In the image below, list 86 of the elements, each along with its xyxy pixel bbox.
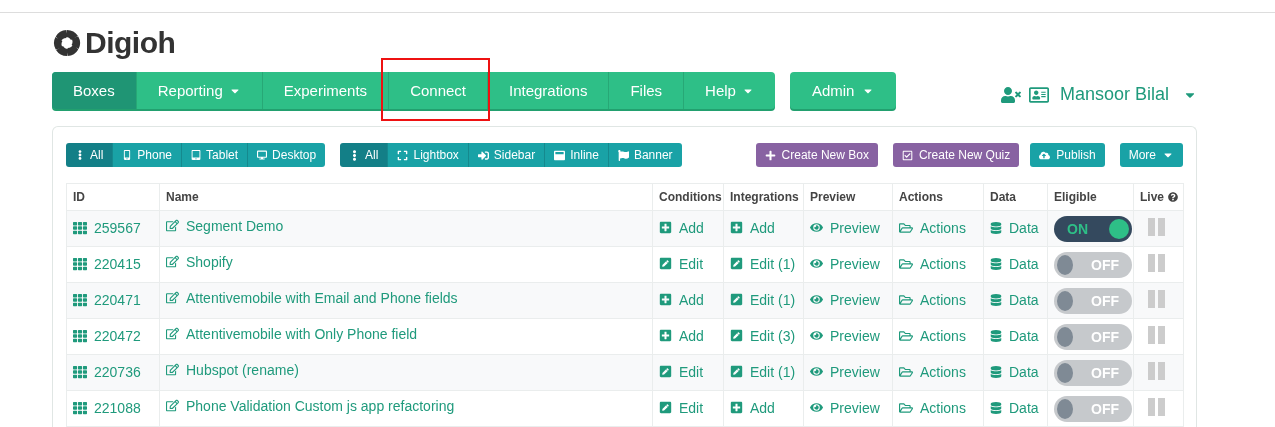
folder-icon — [899, 364, 913, 379]
type-filter-button[interactable]: All — [340, 143, 389, 167]
filter-icon — [397, 149, 409, 161]
pause-icon[interactable] — [1148, 398, 1165, 416]
column-header: Name — [159, 183, 653, 211]
grid-icon — [73, 220, 87, 235]
box-name-link[interactable]: Segment Demo — [166, 217, 284, 234]
database-icon — [990, 222, 1002, 234]
checkbox-icon — [901, 149, 913, 161]
column-header: Conditions — [652, 183, 724, 211]
eye-icon — [810, 293, 823, 307]
pause-icon[interactable] — [1148, 218, 1165, 236]
column-header: Data — [983, 183, 1048, 211]
edit-icon — [166, 291, 179, 305]
filter-icon — [617, 149, 629, 161]
folder-icon — [899, 220, 913, 235]
action-button[interactable]: Create New Quiz — [892, 143, 1020, 167]
id-card-icon[interactable] — [1028, 84, 1049, 105]
action-button[interactable]: Publish — [1030, 143, 1105, 167]
plus-icon — [764, 149, 776, 161]
eye-icon — [810, 365, 823, 379]
box-name-link[interactable]: Shopify — [166, 253, 233, 270]
database-icon — [990, 402, 1002, 414]
edit-icon — [166, 255, 179, 269]
eligible-toggle[interactable]: ON — [1054, 215, 1132, 242]
nav-tab[interactable]: Boxes — [52, 72, 137, 109]
grid-icon — [73, 328, 87, 343]
eye-icon — [810, 401, 823, 415]
column-header: Integrations — [723, 183, 804, 211]
type-filter-button[interactable]: Lightbox — [388, 143, 469, 167]
nav-tab[interactable]: Reporting — [136, 72, 263, 109]
user-name[interactable]: Mansoor Bilal — [1059, 84, 1169, 105]
column-header: ID — [66, 183, 160, 211]
filter-icon — [554, 149, 566, 161]
edit-icon — [166, 363, 179, 377]
cloud-upload-icon — [1039, 149, 1051, 161]
database-icon — [990, 258, 1002, 270]
nav-tab[interactable]: Help — [684, 72, 775, 109]
eye-icon — [810, 221, 823, 235]
column-header: Preview — [803, 183, 893, 211]
type-filter-button[interactable]: Inline — [545, 143, 609, 167]
header-label: Live — [1140, 190, 1164, 204]
action-button[interactable]: Create New Box — [755, 143, 878, 167]
brand-name: Digioh — [85, 26, 176, 60]
database-icon — [990, 366, 1002, 378]
folder-icon — [899, 256, 913, 271]
folder-icon — [899, 292, 913, 307]
device-filter-button[interactable]: Desktop — [248, 143, 326, 167]
pause-icon[interactable] — [1148, 362, 1165, 380]
folder-icon — [899, 328, 913, 343]
device-filter-button[interactable]: Phone — [113, 143, 183, 167]
nav-tab[interactable]: Files — [609, 72, 685, 109]
user-times-icon[interactable] — [1000, 84, 1021, 105]
edit-icon — [166, 327, 179, 341]
action-button[interactable]: More — [1119, 143, 1183, 167]
folder-icon — [899, 400, 913, 415]
admin-menu-button[interactable]: Admin — [789, 72, 897, 109]
edit-icon — [166, 399, 179, 413]
eye-icon — [810, 257, 823, 271]
grid-icon — [73, 364, 87, 379]
nav-tab[interactable]: Integrations — [488, 72, 610, 109]
box-name-link[interactable]: Hubspot (rename) — [166, 361, 299, 378]
pause-icon[interactable] — [1148, 326, 1165, 344]
device-filter-button[interactable]: All — [66, 143, 114, 167]
filter-icon — [257, 150, 268, 160]
pause-icon[interactable] — [1148, 290, 1165, 308]
edit-icon — [166, 219, 179, 233]
database-icon — [990, 330, 1002, 342]
type-filter-button[interactable]: Sidebar — [468, 143, 546, 167]
filter-icon — [191, 150, 202, 160]
help-icon[interactable] — [1168, 192, 1178, 202]
device-filter-button[interactable]: Tablet — [182, 143, 249, 167]
type-filter-button[interactable]: Banner — [608, 143, 682, 167]
pause-icon[interactable] — [1148, 254, 1165, 272]
grid-icon — [73, 292, 87, 307]
grid-icon — [73, 400, 87, 415]
database-icon — [990, 294, 1002, 306]
filter-icon — [477, 149, 489, 161]
grid-icon — [73, 256, 87, 271]
logo-icon — [52, 28, 82, 58]
column-header: Actions — [892, 183, 984, 211]
nav-tab[interactable]: Experiments — [262, 72, 390, 109]
filter-icon — [122, 150, 133, 160]
column-header: Eligible — [1047, 183, 1134, 211]
nav-tab[interactable]: Connect — [389, 72, 488, 109]
eye-icon — [810, 329, 823, 343]
